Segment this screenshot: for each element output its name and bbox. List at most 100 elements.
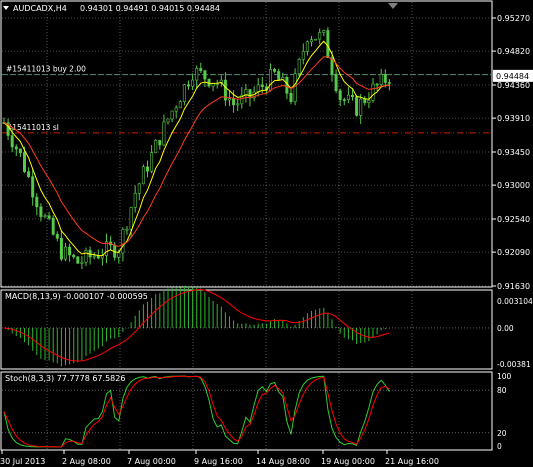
stoch-panel[interactable] xyxy=(0,371,493,451)
candle-body xyxy=(125,228,129,231)
candle-body xyxy=(187,84,191,87)
candle-body xyxy=(363,98,367,104)
candle-body xyxy=(314,38,318,41)
candle-body xyxy=(305,41,309,52)
candle-body xyxy=(133,192,137,208)
candle-body xyxy=(18,148,22,154)
price-tick-label: 0.95270 xyxy=(497,14,530,23)
current-price-label: 0.94484 xyxy=(496,72,529,81)
candle-body xyxy=(273,69,277,72)
candle-body xyxy=(129,207,133,230)
symbol-label: AUDCADX,H4 xyxy=(13,4,67,13)
candle-body xyxy=(211,83,215,87)
candle-body xyxy=(158,140,162,146)
time-tick-label: 9 Aug 16:00 xyxy=(194,457,243,466)
candle-body xyxy=(383,73,387,83)
stoch-tick-label: 20 xyxy=(497,429,507,438)
stoch-tick-label: 100 xyxy=(497,372,512,381)
candle-body xyxy=(43,215,47,218)
candle-body xyxy=(84,250,88,263)
candle-body xyxy=(297,59,301,74)
candle-body xyxy=(228,98,232,101)
macd-tick-label: 0.00 xyxy=(497,324,514,333)
price-tick-label: 0.92090 xyxy=(497,248,530,257)
candle-body xyxy=(92,255,96,258)
candle-body xyxy=(355,96,359,116)
price-tick-label: 0.93450 xyxy=(497,148,530,157)
candle-body xyxy=(27,171,31,177)
candle-body xyxy=(387,82,391,84)
time-tick-label: 2 Aug 08:00 xyxy=(62,457,111,466)
candle-body xyxy=(51,217,55,235)
time-tick-label: 14 Aug 08:00 xyxy=(256,457,310,466)
candle-body xyxy=(334,73,338,92)
candle-body xyxy=(182,84,186,102)
ohlc-label: 0.94301 0.94491 0.94015 0.94484 xyxy=(80,4,220,13)
candle-body xyxy=(47,215,51,219)
stoch-label: Stoch(8,3,3) 77.7778 67.5826 xyxy=(5,374,125,383)
candle-body xyxy=(285,76,289,94)
candle-body xyxy=(322,30,326,33)
candle-body xyxy=(367,99,371,104)
candle-body xyxy=(191,79,195,87)
candle-body xyxy=(379,73,383,85)
candle-body xyxy=(72,254,76,258)
price-tick-label: 0.91630 xyxy=(497,282,530,291)
candle-body xyxy=(195,68,199,81)
candle-body xyxy=(96,255,100,259)
candle-body xyxy=(154,140,158,154)
candle-body xyxy=(137,183,141,194)
candle-body xyxy=(203,70,207,80)
candle-body xyxy=(293,73,297,102)
candle-body xyxy=(346,94,350,100)
candle-body xyxy=(371,83,375,101)
order-label-1: #15411013 sl xyxy=(6,123,59,132)
candle-body xyxy=(117,252,121,258)
main-price-panel[interactable] xyxy=(0,0,493,288)
time-tick-label: 7 Aug 00:00 xyxy=(127,457,176,466)
candle-body xyxy=(68,246,72,256)
candle-body xyxy=(80,261,84,264)
candle-body xyxy=(289,92,293,102)
macd-panel[interactable] xyxy=(0,289,493,370)
candle-body xyxy=(301,51,305,60)
candle-body xyxy=(248,89,252,99)
candle-body xyxy=(55,234,59,239)
candle-body xyxy=(170,110,174,120)
candle-body xyxy=(76,256,80,264)
candle-body xyxy=(35,196,39,208)
candle-body xyxy=(277,71,281,80)
trading-chart[interactable]: #15411013 buy 2.00 #15411013 sl 0.95270 0.… xyxy=(0,0,533,467)
candle-body xyxy=(162,121,166,146)
candle-body xyxy=(268,69,272,91)
candle-body xyxy=(146,166,150,172)
candle-body xyxy=(39,206,43,217)
stoch-tick-label: 80 xyxy=(497,386,507,395)
candle-body xyxy=(150,152,154,172)
time-tick-label: 19 Aug 00:00 xyxy=(321,457,375,466)
macd-tick-label: 0.003104 xyxy=(497,297,533,306)
candle-body xyxy=(232,98,236,106)
candle-body xyxy=(64,246,68,260)
candle-body xyxy=(166,118,170,123)
price-tick-label: 0.94360 xyxy=(497,81,530,90)
candle-body xyxy=(350,94,354,98)
candle-body xyxy=(141,166,145,185)
candle-body xyxy=(309,39,313,43)
candle-body xyxy=(359,98,363,116)
price-tick-label: 0.93000 xyxy=(497,181,530,190)
macd-tick-label: -0.00381 xyxy=(497,360,531,369)
candle-body xyxy=(236,103,240,106)
price-tick-label: 0.93910 xyxy=(497,114,530,123)
candle-body xyxy=(174,107,178,112)
candle-body xyxy=(178,101,182,109)
candle-body xyxy=(22,152,26,172)
candle-body xyxy=(59,237,63,260)
candle-body xyxy=(326,30,330,58)
time-tick-label: 21 Aug 16:00 xyxy=(385,457,439,466)
time-tick-label: 30 Jul 2013 xyxy=(0,457,45,466)
candle-body xyxy=(318,32,322,40)
candle-body xyxy=(260,84,264,88)
candle-body xyxy=(10,135,14,148)
macd-label: MACD(8,13,9) -0.000107 -0.000595 xyxy=(5,292,148,301)
